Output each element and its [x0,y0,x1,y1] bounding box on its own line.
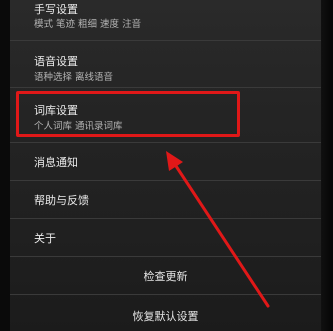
settings-item-title: 手写设置 [34,3,78,16]
restore-default-label: 恢复默认设置 [132,310,199,323]
settings-item-title: 帮助与反馈 [34,194,89,207]
phone-bezel-left [0,0,10,331]
restore-default-button[interactable]: 恢复默认设置 [10,295,321,331]
check-update-button[interactable]: 检查更新 [10,257,321,295]
settings-item-subtitle: 语种选择 离线语音 [34,72,114,83]
settings-item-notifications[interactable]: 消息通知 [10,143,321,181]
settings-item-handwriting[interactable]: 手写设置 模式 笔迹 粗细 速度 注音 [10,0,321,41]
check-update-label: 检查更新 [143,270,188,283]
settings-item-title: 关于 [34,232,56,245]
annotation-highlight-box [16,91,240,137]
settings-item-subtitle: 模式 笔迹 粗细 速度 注音 [34,19,142,30]
settings-item-title: 消息通知 [34,156,78,169]
settings-item-voice[interactable]: 语音设置 语种选择 离线语音 [10,41,321,88]
settings-item-title: 语音设置 [34,55,78,68]
settings-item-help-feedback[interactable]: 帮助与反馈 [10,181,321,219]
settings-screen: 手写设置 模式 笔迹 粗细 速度 注音 语音设置 语种选择 离线语音 词库设置 … [10,0,321,331]
phone-bezel-right [321,0,333,331]
phone-frame: 手写设置 模式 笔迹 粗细 速度 注音 语音设置 语种选择 离线语音 词库设置 … [0,0,333,331]
settings-item-about[interactable]: 关于 [10,219,321,257]
